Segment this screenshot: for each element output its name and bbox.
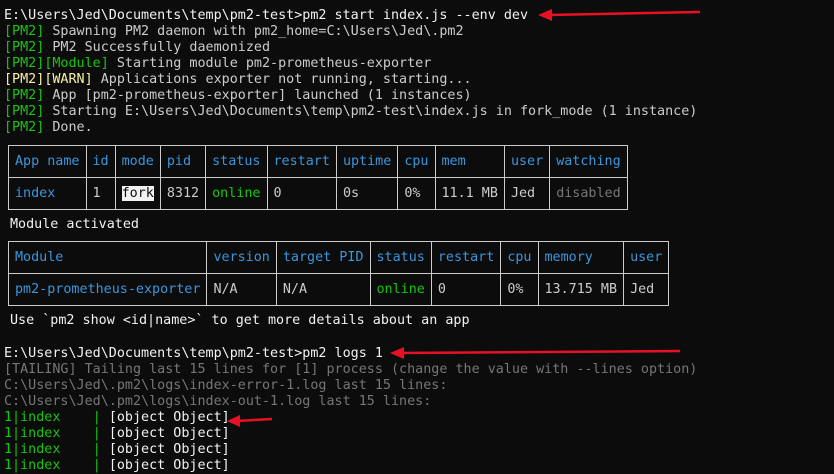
mode-value: fork	[121, 186, 154, 201]
red-arrow-icon	[227, 415, 273, 427]
terminal-window[interactable]: E:\Users\Jed\Documents\temp\pm2-test>pm2…	[0, 0, 834, 473]
output-text: Starting E:\Users\Jed\Documents\temp\pm2…	[44, 104, 698, 119]
pid-cell: 8312	[159, 177, 207, 210]
mem-cell: 11.1 MB	[434, 177, 505, 210]
log-line: 1|index | [object Object]	[4, 442, 230, 458]
user-cell: Jed	[503, 177, 551, 210]
watching-cell: disabled	[549, 177, 628, 210]
table-row: index 1 fork 8312 online 0 0s 0% 11.1 MB…	[8, 177, 628, 210]
pm2-tag: [PM2]	[4, 56, 45, 71]
header-cell: memory	[537, 241, 625, 274]
mode-cell: fork	[114, 177, 161, 210]
pm2-tag: [PM2]	[4, 72, 45, 87]
app-name-cell: index	[8, 177, 87, 210]
table-header-row: Module version target PID status restart…	[7, 241, 670, 274]
output-line: [PM2] Spawning PM2 daemon with pm2_home=…	[4, 24, 464, 40]
output-text: Applications exporter not running, start…	[92, 72, 472, 87]
pm2-tag: [PM2]	[4, 120, 45, 135]
log-separator: |	[92, 410, 109, 425]
output-line: [PM2][Module] Starting module pm2-promet…	[4, 56, 431, 72]
log-prefix: 1|index	[4, 410, 93, 425]
tailing-line: [TAILING] Tailing last 15 lines for [1] …	[4, 362, 698, 377]
table-row: pm2-prometheus-exporter N/A N/A online 0…	[7, 273, 670, 306]
header-cell: mem	[434, 145, 505, 178]
header-cell: user	[503, 145, 551, 178]
module-activated-label: Module activated	[10, 217, 139, 232]
header-cell: restart	[430, 241, 502, 274]
log-prefix: 1|index	[4, 442, 93, 457]
restart-cell: 0	[266, 177, 337, 210]
header-cell: status	[205, 145, 268, 178]
output-line: [PM2] Starting E:\Users\Jed\Documents\te…	[4, 104, 697, 120]
log-line: 1|index | [object Object]	[4, 426, 230, 442]
target-pid-cell: N/A	[275, 273, 371, 306]
user-cell: Jed	[623, 273, 670, 306]
header-cell: App name	[8, 145, 87, 178]
pm2-tag: [PM2]	[4, 104, 45, 119]
out-log-path: C:\Users\Jed\.pm2\logs\index-out-1.log l…	[4, 394, 432, 409]
header-cell: user	[623, 241, 670, 274]
log-line: 1|index | [object Object]	[4, 458, 230, 474]
status-cell: online	[369, 273, 432, 306]
log-prefix: 1|index	[4, 458, 93, 473]
output-line: [PM2] App [pm2-prometheus-exporter] laun…	[4, 88, 472, 104]
command-logs: E:\Users\Jed\Documents\temp\pm2-test>pm2…	[4, 346, 383, 361]
log-line: 1|index | [object Object]	[4, 410, 230, 426]
pm2-tag: [PM2]	[4, 88, 45, 103]
id-cell: 1	[85, 177, 116, 210]
log-message: [object Object]	[108, 426, 230, 441]
output-line: [PM2][WARN] Applications exporter not ru…	[4, 72, 472, 88]
warn-tag: [WARN]	[44, 72, 93, 87]
status-cell: online	[205, 177, 268, 210]
header-cell: restart	[266, 145, 337, 178]
cpu-cell: 0%	[397, 177, 436, 210]
header-cell: cpu	[500, 241, 539, 274]
header-cell: status	[369, 241, 432, 274]
memory-cell: 13.715 MB	[537, 273, 625, 306]
red-arrow-icon	[390, 347, 681, 359]
output-line: [PM2] Done.	[4, 120, 93, 136]
header-cell: Module	[7, 241, 208, 274]
restart-cell: 0	[430, 273, 502, 306]
header-cell: id	[85, 145, 116, 178]
log-separator: |	[92, 442, 109, 457]
version-cell: N/A	[206, 273, 277, 306]
error-log-path: C:\Users\Jed\.pm2\logs\index-error-1.log…	[4, 378, 448, 393]
header-cell: watching	[549, 145, 628, 178]
apps-table: App name id mode pid status restart upti…	[8, 145, 628, 210]
module-tag: [Module]	[44, 56, 109, 71]
header-cell: pid	[159, 145, 207, 178]
modules-table: Module version target PID status restart…	[7, 241, 670, 306]
log-separator: |	[92, 458, 109, 473]
header-cell: version	[206, 241, 277, 274]
log-message: [object Object]	[108, 442, 230, 457]
command-start: E:\Users\Jed\Documents\temp\pm2-test>pm2…	[4, 8, 529, 23]
log-message: [object Object]	[108, 458, 230, 473]
output-line: [PM2] PM2 Successfully daemonized	[4, 40, 270, 56]
output-text: Done.	[44, 120, 93, 135]
output-text: PM2 Successfully daemonized	[44, 40, 271, 55]
log-prefix: 1|index	[4, 426, 93, 441]
module-name-cell: pm2-prometheus-exporter	[7, 273, 208, 306]
cpu-cell: 0%	[500, 273, 539, 306]
table-header-row: App name id mode pid status restart upti…	[8, 145, 628, 178]
pm2-tag: [PM2]	[4, 40, 45, 55]
log-separator: |	[92, 426, 109, 441]
header-cell: cpu	[397, 145, 436, 178]
header-cell: mode	[114, 145, 161, 178]
output-text: App [pm2-prometheus-exporter] launched (…	[44, 88, 472, 103]
header-cell: target PID	[275, 241, 371, 274]
uptime-cell: 0s	[335, 177, 399, 210]
log-message: [object Object]	[108, 410, 230, 425]
pm2-tag: [PM2]	[4, 24, 45, 39]
output-text: Starting module pm2-prometheus-exporter	[108, 56, 432, 71]
red-arrow-icon	[538, 9, 701, 21]
output-text: Spawning PM2 daemon with pm2_home=C:\Use…	[44, 24, 464, 39]
hint-line: Use `pm2 show <id|name>` to get more det…	[10, 313, 470, 328]
header-cell: uptime	[335, 145, 399, 178]
